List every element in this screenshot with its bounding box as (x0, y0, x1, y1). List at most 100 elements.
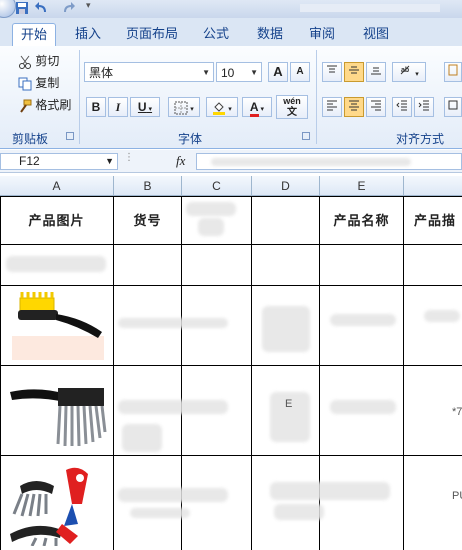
copy-label: 复制 (35, 76, 60, 90)
tab-formulas[interactable]: 公式 (196, 23, 236, 45)
indent-icon (418, 100, 429, 111)
cut-label: 剪切 (35, 54, 60, 68)
border-icon (174, 101, 188, 115)
align-center-button[interactable] (344, 97, 364, 117)
align-right-icon (371, 100, 381, 111)
column-header-d[interactable]: D (252, 176, 320, 196)
ribbon-tabs: 开始 插入 页面布局 公式 数据 审阅 视图 (0, 18, 462, 46)
yellow-brush-image[interactable] (12, 292, 108, 362)
cell-text: *7 (452, 406, 462, 418)
merge-icon (448, 100, 458, 110)
phonetic-guide-button[interactable]: wén 文 (276, 95, 308, 119)
cut-button[interactable]: 剪切 (18, 52, 59, 70)
font-color-glyph: A (249, 100, 259, 117)
font-name-value: 黑体 (89, 66, 114, 80)
top-align-button[interactable] (322, 62, 342, 82)
increase-indent-button[interactable] (414, 97, 434, 117)
grid-line (0, 365, 462, 366)
font-dialog-launcher[interactable] (302, 132, 310, 140)
header-cell-item-number[interactable]: 货号 (114, 210, 181, 229)
column-header-a[interactable]: A (0, 176, 114, 196)
format-painter-button[interactable]: 格式刷 (18, 96, 71, 114)
shrink-font-button[interactable]: A (290, 62, 310, 82)
header-cell-product-description[interactable]: 产品描 (404, 210, 462, 229)
insert-function-button[interactable]: fx (176, 153, 185, 169)
tab-view[interactable]: 视图 (356, 23, 396, 45)
formula-bar: F12 ▼ ⋮ fx (0, 150, 462, 173)
tab-review[interactable]: 审阅 (302, 23, 342, 45)
header-cell-product-image[interactable]: 产品图片 (0, 210, 113, 229)
customize-qat-icon[interactable]: ▾ (86, 0, 91, 11)
phonetic-glyph: wén (283, 96, 301, 106)
formula-input[interactable] (196, 153, 462, 170)
clipboard-dialog-launcher[interactable] (66, 132, 74, 140)
tab-data[interactable]: 数据 (250, 23, 290, 45)
wrap-text-button[interactable] (444, 62, 462, 82)
decrease-indent-button[interactable] (392, 97, 412, 117)
column-header-c[interactable]: C (182, 176, 252, 196)
middle-align-button[interactable] (344, 62, 364, 82)
align-right-button[interactable] (366, 97, 386, 117)
tab-insert[interactable]: 插入 (70, 23, 106, 45)
title-bar-blurred (300, 4, 440, 12)
underline-glyph: U (137, 100, 147, 114)
copy-button[interactable]: 复制 (18, 74, 59, 92)
column-header-f[interactable] (404, 176, 462, 196)
align-left-button[interactable] (322, 97, 342, 117)
grid-line (0, 244, 462, 245)
align-bottom-icon (371, 67, 381, 75)
redacted-cell (330, 314, 396, 326)
tab-page-layout[interactable]: 页面布局 (120, 23, 184, 45)
grid-line (251, 196, 252, 550)
save-icon[interactable] (14, 1, 30, 15)
borders-button[interactable]: ▾ (168, 97, 200, 117)
column-header-b[interactable]: B (114, 176, 182, 196)
scissors-icon (19, 55, 31, 69)
chevron-down-icon: ▼ (250, 68, 258, 77)
grid-line (403, 196, 404, 550)
italic-button[interactable]: I (108, 97, 128, 117)
fill-color-button[interactable]: ▾ (206, 97, 238, 117)
italic-glyph: I (115, 100, 121, 114)
redacted-cell (186, 202, 236, 216)
orientation-button[interactable]: ab ▾ (392, 62, 426, 82)
align-left-icon (327, 100, 337, 111)
copy-icon (18, 77, 32, 91)
paint-bucket-icon (213, 102, 226, 115)
redo-icon[interactable] (60, 1, 76, 15)
formula-bar-resize-handle[interactable]: ⋮ (124, 152, 134, 163)
grid-line (0, 196, 462, 197)
grow-font-button[interactable]: A (268, 62, 288, 82)
undo-icon[interactable] (34, 1, 50, 15)
merge-center-button[interactable] (444, 97, 462, 117)
font-group-label: 字体 (177, 132, 202, 146)
format-painter-label: 格式刷 (35, 98, 72, 112)
underline-button[interactable]: U ▾ (130, 97, 160, 117)
shrink-font-glyph: A (296, 66, 304, 77)
grid-line (0, 455, 462, 456)
column-header-e[interactable]: E (320, 176, 404, 196)
name-box[interactable]: F12 ▼ (0, 153, 118, 170)
font-name-select[interactable]: 黑体 ▼ (84, 62, 214, 82)
redacted-cell (6, 256, 106, 272)
grey-brush-image[interactable] (8, 378, 108, 448)
grid-line (0, 196, 1, 550)
cell-text: E (285, 398, 293, 410)
redacted-cell (424, 310, 460, 322)
redacted-cell (118, 488, 228, 502)
worksheet-grid: 产品图片 货号 产品名称 产品描 E *7 PU (0, 196, 462, 550)
tab-home[interactable]: 开始 (12, 23, 56, 46)
alignment-group-label: 对齐方式 (395, 132, 444, 146)
font-color-button[interactable]: A ▾ (242, 97, 272, 117)
font-size-value: 10 (221, 66, 235, 80)
header-cell-product-name[interactable]: 产品名称 (320, 210, 403, 229)
redacted-cell (118, 400, 228, 414)
brush-set-image[interactable] (6, 464, 106, 546)
name-box-value: F12 (19, 154, 40, 168)
bottom-align-button[interactable] (366, 62, 386, 82)
bold-button[interactable]: B (86, 97, 106, 117)
font-size-select[interactable]: 10 ▼ (216, 62, 262, 82)
quick-access-toolbar: ▾ (0, 0, 462, 18)
redacted-cell (198, 218, 224, 236)
grid-line (113, 196, 114, 550)
